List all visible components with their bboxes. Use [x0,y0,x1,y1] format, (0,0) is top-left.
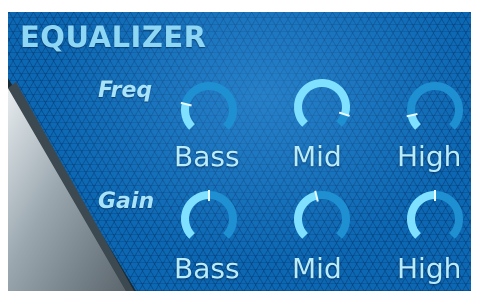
freq-high-knob[interactable] [401,76,469,144]
knob-level-arc [181,191,210,239]
knob-track [181,82,237,130]
freq-high-label: High [397,140,462,173]
gain-high-label: High [397,252,462,285]
knob-arc [407,190,463,239]
knob-level-arc [407,114,422,130]
panel-title: EQUALIZER [20,20,207,54]
knob-arc [180,82,237,130]
gain-mid-knob[interactable] [288,185,356,253]
knob-arc [294,190,350,239]
equalizer-panel: EQUALIZER Freq Gain Bass Mid High Bass M… [8,12,471,291]
gain-bass-knob[interactable] [175,185,243,253]
knob-arc [406,82,463,130]
knob-track [407,82,463,130]
freq-bass-knob[interactable] [175,76,243,144]
knob-level-arc [407,191,436,239]
knob-level-arc [294,191,318,239]
freq-mid-label: Mid [292,140,342,173]
gain-high-knob[interactable] [401,185,469,253]
row-label-freq: Freq [98,78,153,103]
row-label-gain: Gain [98,189,155,214]
freq-mid-knob[interactable] [288,73,356,141]
knob-arc [294,79,350,127]
gain-bass-label: Bass [174,252,240,285]
freq-bass-label: Bass [174,140,240,173]
knob-level-arc [181,103,196,130]
knob-level-arc [294,79,350,127]
gain-mid-label: Mid [292,252,342,285]
knob-arc [181,190,237,239]
